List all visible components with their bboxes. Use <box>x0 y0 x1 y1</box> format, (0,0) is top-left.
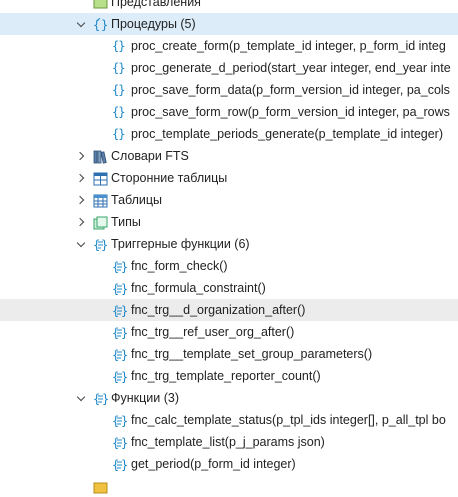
tree-leaf-function[interactable]: {} fnc_calc_template_status(p_tpl_ids in… <box>0 409 458 431</box>
tree-leaf-label: fnc_trg__d_organization_after() <box>131 303 306 317</box>
tree-node-procedures[interactable]: { } Процедуры (5) <box>0 13 458 35</box>
svg-text:}: } <box>101 18 108 32</box>
procedure-icon: {} <box>112 61 125 75</box>
function-icon: {} <box>112 457 128 472</box>
tree-node-partial-bottom[interactable] <box>0 475 458 497</box>
tree-node-trigger-functions[interactable]: { } Триггерные функции (6) <box>0 233 458 255</box>
chevron-right-icon[interactable] <box>75 189 87 211</box>
procedure-icon: {} <box>112 127 125 141</box>
object-tree: Представления { } Процедуры (5) {} proc_… <box>0 0 458 497</box>
trigger-function-icon: {} <box>112 325 128 340</box>
svg-text:}: } <box>121 436 128 450</box>
procedure-icon: {} <box>112 105 125 119</box>
tree-node-label: Таблицы <box>111 193 163 207</box>
foreign-table-icon <box>93 171 108 186</box>
svg-text:}: } <box>121 326 128 340</box>
tree-leaf-label: fnc_formula_constraint() <box>131 281 266 295</box>
tree-leaf-label: proc_generate_d_period(start_year intege… <box>131 61 451 75</box>
folder-icon <box>93 479 108 494</box>
tree-node-label: Триггерные функции (6) <box>111 237 250 251</box>
tree-leaf-label: proc_create_form(p_template_id integer, … <box>131 39 446 53</box>
chevron-down-icon[interactable] <box>75 233 87 255</box>
tree-node-tables[interactable]: Таблицы <box>0 189 458 211</box>
svg-text:}: } <box>121 458 128 472</box>
tree-node-label: Функции (3) <box>111 391 179 405</box>
tree-leaf-trigger-function[interactable]: {} fnc_trg__d_organization_after() <box>0 299 458 321</box>
tree-node-fts-dictionaries[interactable]: Словари FTS <box>0 145 458 167</box>
type-icon <box>93 215 108 230</box>
tree-node-label: Представления <box>111 0 201 9</box>
tree-node-functions[interactable]: { } Функции (3) <box>0 387 458 409</box>
chevron-right-icon[interactable] <box>75 167 87 189</box>
tree-node-label: Сторонние таблицы <box>111 171 228 185</box>
tree-leaf-label: proc_template_periods_generate(p_templat… <box>131 127 444 141</box>
tree-leaf-label: get_period(p_form_id integer) <box>131 457 296 471</box>
tree-leaf-trigger-function[interactable]: {} fnc_trg_template_reporter_count() <box>0 365 458 387</box>
tree-leaf-label: fnc_trg__template_set_group_parameters() <box>131 347 373 361</box>
tree-leaf-procedure[interactable]: {} proc_save_form_data(p_form_version_id… <box>0 79 458 101</box>
table-icon <box>93 193 108 208</box>
procedure-group-icon: { } <box>93 17 108 32</box>
function-icon: {} <box>112 435 128 450</box>
tree-node-types[interactable]: Типы <box>0 211 458 233</box>
trigger-function-icon: {} <box>112 303 128 318</box>
svg-text:}: } <box>102 392 109 406</box>
chevron-down-icon[interactable] <box>75 387 87 409</box>
books-icon <box>93 149 108 164</box>
svg-text:}: } <box>121 370 128 384</box>
trigger-function-icon: {} <box>112 347 128 362</box>
tree-node-label: Типы <box>111 215 141 229</box>
tree-leaf-label: fnc_template_list(p_j_params json) <box>131 435 325 449</box>
chevron-right-icon[interactable] <box>75 211 87 233</box>
tree-leaf-procedure[interactable]: {} proc_save_form_row(p_form_version_id … <box>0 101 458 123</box>
svg-text:}: } <box>121 414 128 428</box>
tree-leaf-trigger-function[interactable]: {} fnc_form_check() <box>0 255 458 277</box>
trigger-function-icon: {} <box>112 369 128 384</box>
svg-text:}: } <box>121 260 128 274</box>
procedure-icon: {} <box>112 83 125 97</box>
tree-leaf-label: fnc_calc_template_status(p_tpl_ids integ… <box>131 413 446 427</box>
tree-leaf-label: proc_save_form_row(p_form_version_id int… <box>131 105 450 119</box>
procedure-icon: {} <box>112 39 125 53</box>
svg-text:}: } <box>121 282 128 296</box>
chevron-right-icon[interactable] <box>75 145 87 167</box>
tree-leaf-label: proc_save_form_data(p_form_version_id in… <box>131 83 450 97</box>
tree-leaf-trigger-function[interactable]: {} fnc_trg__ref_user_org_after() <box>0 321 458 343</box>
trigger-function-icon: {} <box>112 259 128 274</box>
svg-text:}: } <box>121 304 128 318</box>
trigger-function-group-icon: { } <box>93 237 108 252</box>
views-icon <box>93 0 108 9</box>
tree-leaf-procedure[interactable]: {} proc_create_form(p_template_id intege… <box>0 35 458 57</box>
svg-text:}: } <box>121 348 128 362</box>
tree-leaf-trigger-function[interactable]: {} fnc_formula_constraint() <box>0 277 458 299</box>
chevron-down-icon[interactable] <box>75 13 87 35</box>
trigger-function-icon: {} <box>112 281 128 296</box>
tree-leaf-procedure[interactable]: {} proc_generate_d_period(start_year int… <box>0 57 458 79</box>
tree-leaf-trigger-function[interactable]: {} fnc_trg__template_set_group_parameter… <box>0 343 458 365</box>
tree-node-label: Процедуры (5) <box>111 17 196 31</box>
tree-leaf-label: fnc_trg_template_reporter_count() <box>131 369 321 383</box>
tree-node-views[interactable]: Представления <box>0 0 458 13</box>
tree-leaf-label: fnc_form_check() <box>131 259 228 273</box>
tree-node-label: Словари FTS <box>111 149 189 163</box>
svg-text:{: { <box>93 18 100 32</box>
tree-leaf-procedure[interactable]: {} proc_template_periods_generate(p_temp… <box>0 123 458 145</box>
tree-leaf-function[interactable]: {} get_period(p_form_id integer) <box>0 453 458 475</box>
tree-node-foreign-tables[interactable]: Сторонние таблицы <box>0 167 458 189</box>
tree-leaf-label: fnc_trg__ref_user_org_after() <box>131 325 295 339</box>
function-icon: {} <box>112 413 128 428</box>
function-group-icon: { } <box>93 391 109 406</box>
tree-leaf-function[interactable]: {} fnc_template_list(p_j_params json) <box>0 431 458 453</box>
